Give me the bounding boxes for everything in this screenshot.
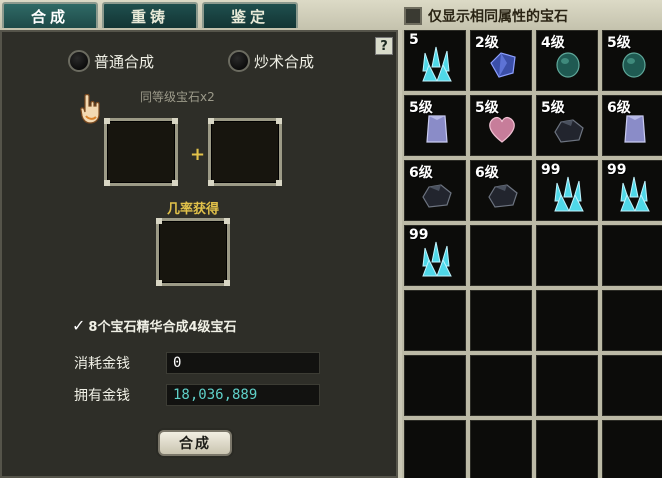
input-slot-2[interactable] — [208, 118, 282, 186]
gem-level-label: 2级 — [475, 35, 499, 51]
cost-value: 0 — [166, 352, 320, 374]
essence-option-label: 8个宝石精华合成4级宝石 — [88, 320, 237, 335]
gem-level-label: 99 — [607, 162, 627, 178]
hand-cursor-icon — [80, 94, 100, 124]
result-slot[interactable] — [156, 218, 230, 286]
mode-special-radio[interactable]: 炒术合成 — [228, 50, 314, 72]
gem-level-label: 5级 — [607, 35, 631, 51]
tab-combine[interactable]: 合成 — [2, 2, 98, 28]
combine-button[interactable]: 合成 — [158, 430, 232, 456]
gem-level-label: 99 — [409, 227, 429, 243]
combine-panel: ? 普通合成 炒术合成 同等级宝石x2 + 几率获得 ✓ 8个宝石精华合成4级宝… — [0, 30, 398, 478]
inventory-slot[interactable]: 5级 — [536, 95, 598, 156]
inventory-slot[interactable] — [470, 290, 532, 351]
gem-level-label: 5级 — [475, 100, 499, 116]
essence-option[interactable]: ✓ 8个宝石精华合成4级宝石 — [72, 316, 237, 335]
inventory-slot[interactable]: 2级 — [470, 30, 532, 91]
checkmark-icon[interactable]: ✓ — [72, 316, 85, 335]
cyan-crystal-icon — [620, 176, 650, 212]
inventory-slot[interactable] — [602, 290, 662, 351]
tab-recast[interactable]: 重铸 — [102, 2, 198, 28]
inventory-slot[interactable] — [536, 225, 598, 286]
owned-money-value: 18,036,889 — [166, 384, 320, 406]
cost-label: 消耗金钱 — [74, 356, 130, 372]
inventory-slot[interactable]: 4级 — [536, 30, 598, 91]
tab-identify[interactable]: 鉴定 — [202, 2, 298, 28]
chance-label: 几率获得 — [167, 202, 220, 217]
inventory-slot[interactable]: 99 — [404, 225, 466, 286]
gem-level-label: 5级 — [409, 100, 433, 116]
input-slot-1[interactable] — [104, 118, 178, 186]
inventory-slot[interactable] — [602, 420, 662, 478]
owned-money-row: 拥有金钱 18,036,889 — [74, 384, 320, 406]
gem-level-label: 6级 — [475, 165, 499, 181]
cyan-crystal-icon — [554, 176, 584, 212]
filter-checkbox[interactable] — [404, 7, 422, 25]
input-hint: 同等级宝石x2 — [140, 90, 215, 104]
gem-level-label: 5 — [409, 32, 419, 48]
inventory-slot[interactable]: 5级 — [602, 30, 662, 91]
gem-inventory-grid: 5 2级 4级 5级 5级 5级 5级 6级 6级 6级 99 99 99 — [402, 30, 662, 478]
inventory-slot[interactable] — [404, 290, 466, 351]
help-button[interactable]: ? — [375, 37, 393, 55]
inventory-slot[interactable] — [404, 355, 466, 416]
gem-level-label: 6级 — [409, 165, 433, 181]
cyan-crystal-icon — [422, 241, 452, 277]
same-attribute-filter[interactable]: 仅显示相同属性的宝石 — [404, 5, 568, 27]
inventory-slot[interactable] — [470, 355, 532, 416]
inventory-slot[interactable] — [602, 355, 662, 416]
gem-level-label: 4级 — [541, 35, 565, 51]
inventory-slot[interactable] — [536, 355, 598, 416]
inventory-slot[interactable] — [536, 420, 598, 478]
gem-level-label: 99 — [541, 162, 561, 178]
gem-level-label: 5级 — [541, 100, 565, 116]
mode-normal-radio[interactable]: 普通合成 — [68, 50, 154, 72]
cyan-crystal-icon — [422, 46, 452, 82]
inventory-slot[interactable]: 6级 — [602, 95, 662, 156]
plus-sign: + — [190, 144, 206, 165]
owned-money-label: 拥有金钱 — [74, 388, 130, 404]
inventory-slot[interactable] — [404, 420, 466, 478]
cost-row: 消耗金钱 0 — [74, 352, 320, 374]
radio-dot[interactable] — [68, 50, 90, 72]
inventory-slot[interactable]: 5级 — [404, 95, 466, 156]
gem-level-label: 6级 — [607, 100, 631, 116]
inventory-slot[interactable]: 6级 — [404, 160, 466, 221]
mode-special-label: 炒术合成 — [254, 52, 315, 71]
inventory-slot[interactable] — [470, 225, 532, 286]
radio-dot[interactable] — [228, 50, 250, 72]
filter-label: 仅显示相同属性的宝石 — [428, 9, 568, 25]
inventory-slot[interactable]: 99 — [536, 160, 598, 221]
inventory-slot[interactable] — [602, 225, 662, 286]
inventory-slot[interactable] — [536, 290, 598, 351]
inventory-slot[interactable]: 6级 — [470, 160, 532, 221]
mode-normal-label: 普通合成 — [94, 52, 155, 71]
inventory-slot[interactable] — [470, 420, 532, 478]
inventory-slot[interactable]: 5 — [404, 30, 466, 91]
top-bar: 合成 重铸 鉴定 仅显示相同属性的宝石 — [0, 0, 662, 30]
inventory-slot[interactable]: 5级 — [470, 95, 532, 156]
inventory-slot[interactable]: 99 — [602, 160, 662, 221]
